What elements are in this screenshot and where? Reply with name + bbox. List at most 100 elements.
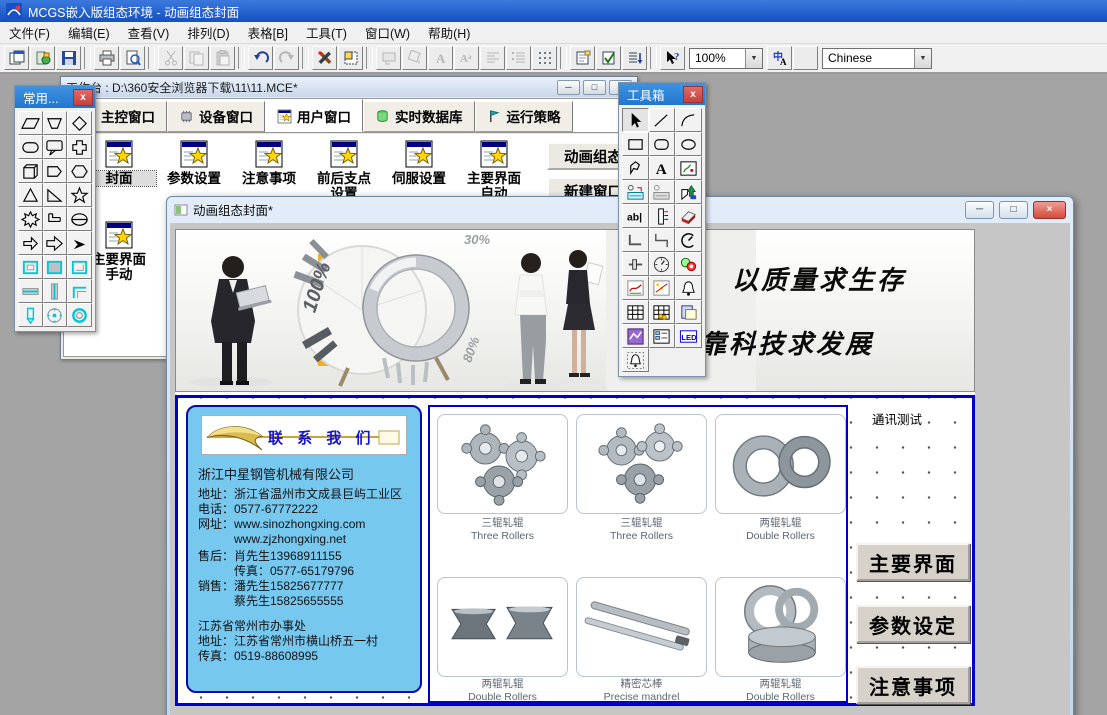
tool-device-input[interactable] bbox=[622, 180, 649, 204]
grid-toggle-button[interactable] bbox=[532, 46, 557, 70]
tool-alarm-bar[interactable] bbox=[622, 348, 649, 372]
doc-close-button[interactable]: × bbox=[1033, 201, 1066, 219]
shape-trapezoid[interactable] bbox=[43, 111, 68, 135]
tool-trend-curve[interactable] bbox=[622, 276, 649, 300]
tool-report[interactable] bbox=[649, 324, 676, 348]
doc-maximize-button[interactable]: □ bbox=[999, 201, 1028, 219]
zoom-combo[interactable]: 100%▼ bbox=[689, 48, 763, 69]
user-window-item-fulcrum[interactable]: 前后支点 设置 bbox=[307, 139, 381, 201]
format-paint-button[interactable] bbox=[376, 46, 401, 70]
shape-diamond[interactable] bbox=[67, 111, 92, 135]
tab-user-window[interactable]: 用户窗口 bbox=[265, 99, 363, 132]
shape-hexagon[interactable] bbox=[67, 159, 92, 183]
configuration-check-button[interactable] bbox=[30, 46, 55, 70]
tool-text-label[interactable]: A bbox=[649, 156, 676, 180]
sort-list-button[interactable] bbox=[622, 46, 647, 70]
align-list-button[interactable] bbox=[506, 46, 531, 70]
copy-button[interactable] bbox=[184, 46, 209, 70]
shape-frame-3d[interactable] bbox=[18, 255, 43, 279]
main-screen-button[interactable]: 主要界面 bbox=[856, 543, 970, 581]
toolbox-palette[interactable]: 工具箱x A ab| bbox=[618, 82, 706, 377]
workspace-title-bar[interactable]: 工作台 : D:\360安全浏览器下载\11\11.MCE* ─ □ × bbox=[61, 77, 637, 97]
shape-elbow-pipe[interactable] bbox=[43, 207, 68, 231]
product-panel[interactable]: 三辊轧辊Three Rollers 三辊轧辊Three Rollers 两辊轧辊… bbox=[428, 405, 848, 703]
user-window-item-servo[interactable]: 伺服设置 bbox=[382, 139, 456, 186]
menu-table[interactable]: 表格[B] bbox=[239, 20, 297, 45]
chinese-font-button[interactable]: 中A bbox=[767, 46, 792, 70]
tool-corner-line[interactable] bbox=[622, 228, 649, 252]
menu-edit[interactable]: 编辑(E) bbox=[59, 20, 119, 45]
product-card-double-rollers-rings[interactable] bbox=[715, 414, 846, 514]
tool-window-jump[interactable] bbox=[675, 180, 702, 204]
menu-help[interactable]: 帮助(H) bbox=[419, 20, 479, 45]
tool-slider[interactable] bbox=[622, 252, 649, 276]
tool-option-list[interactable] bbox=[649, 204, 676, 228]
tab-device-window[interactable]: 设备窗口 bbox=[167, 101, 265, 132]
properties-button[interactable] bbox=[570, 46, 595, 70]
common-palette-title-bar[interactable]: 常用...x bbox=[15, 86, 95, 108]
tool-storage[interactable] bbox=[675, 300, 702, 324]
shape-callout[interactable] bbox=[43, 135, 68, 159]
blank-toolbar-button[interactable] bbox=[793, 46, 818, 70]
font-small-button[interactable]: A bbox=[428, 46, 453, 70]
menu-window[interactable]: 窗口(W) bbox=[356, 20, 419, 45]
tab-run-strategy[interactable]: 运行策略 bbox=[475, 101, 573, 132]
shape-arrow-filled[interactable] bbox=[67, 231, 92, 255]
banner-image[interactable]: 30% 100% 80% 以质量求生存 靠科技求发展 bbox=[175, 229, 975, 392]
tool-dial[interactable] bbox=[675, 228, 702, 252]
shape-right-triangle[interactable] bbox=[43, 183, 68, 207]
workspace-minimize-button[interactable]: ─ bbox=[557, 80, 580, 95]
window-layout-button[interactable] bbox=[338, 46, 363, 70]
tool-rectangle[interactable] bbox=[622, 132, 649, 156]
tool-rounded-rectangle[interactable] bbox=[649, 132, 676, 156]
tool-meter[interactable] bbox=[649, 252, 676, 276]
shape-star[interactable] bbox=[67, 183, 92, 207]
tool-xy-curve[interactable] bbox=[649, 276, 676, 300]
undo-button[interactable] bbox=[248, 46, 273, 70]
align-left-button[interactable] bbox=[480, 46, 505, 70]
doc-minimize-button[interactable]: ─ bbox=[965, 201, 994, 219]
tool-select-cursor[interactable] bbox=[622, 108, 649, 132]
tool-bitmap[interactable] bbox=[675, 156, 702, 180]
redo-button[interactable] bbox=[274, 46, 299, 70]
shape-ring[interactable] bbox=[67, 303, 92, 327]
tool-arc[interactable] bbox=[675, 108, 702, 132]
shape-hbar-pipe[interactable] bbox=[18, 279, 43, 303]
print-preview-button[interactable] bbox=[120, 46, 145, 70]
tool-ellipse[interactable] bbox=[675, 132, 702, 156]
font-large-button[interactable]: Aa bbox=[454, 46, 479, 70]
user-window-item-notes[interactable]: 注意事项 bbox=[232, 139, 306, 186]
product-card-three-rollers-1[interactable] bbox=[437, 414, 568, 514]
menu-file[interactable]: 文件(F) bbox=[0, 20, 59, 45]
user-window-item-main-auto[interactable]: 主要界面 自动 bbox=[457, 139, 531, 201]
tool-eraser[interactable] bbox=[675, 204, 702, 228]
app-title-bar[interactable]: MCGS嵌入版组态环境 - 动画组态封面 bbox=[0, 0, 1107, 22]
shape-cross[interactable] bbox=[67, 135, 92, 159]
shape-stadium[interactable] bbox=[18, 135, 43, 159]
tool-polygon[interactable] bbox=[622, 156, 649, 180]
cut-button[interactable] bbox=[158, 46, 183, 70]
paste-button[interactable] bbox=[210, 46, 235, 70]
shape-cube[interactable] bbox=[18, 159, 43, 183]
toolbox-toggle-button[interactable] bbox=[312, 46, 337, 70]
shape-half-ellipse[interactable] bbox=[67, 207, 92, 231]
tool-alarm-bell[interactable] bbox=[675, 276, 702, 300]
shape-corner-pipe[interactable] bbox=[67, 279, 92, 303]
format-fill-button[interactable] bbox=[402, 46, 427, 70]
tool-led-display[interactable]: LED bbox=[675, 324, 702, 348]
tool-histogram[interactable] bbox=[622, 324, 649, 348]
new-project-button[interactable] bbox=[4, 46, 29, 70]
shape-triangle[interactable] bbox=[18, 183, 43, 207]
shape-arrow-outline[interactable] bbox=[18, 231, 43, 255]
tool-indicator-lamp[interactable] bbox=[675, 252, 702, 276]
param-setting-button[interactable]: 参数设定 bbox=[856, 605, 970, 643]
tool-history-table[interactable] bbox=[649, 300, 676, 324]
product-card-double-rollers-stack[interactable] bbox=[715, 577, 846, 677]
zoom-dropdown-arrow[interactable]: ▼ bbox=[745, 49, 762, 68]
common-palette-close-button[interactable]: x bbox=[73, 89, 93, 106]
contact-panel[interactable]: 联 系 我 们 浙江中星钢管机械有限公司 地址：浙江省温州市文成县巨屿工业区 电… bbox=[186, 405, 422, 693]
notes-button[interactable]: 注意事项 bbox=[856, 666, 970, 704]
language-dropdown-arrow[interactable]: ▼ bbox=[914, 49, 931, 68]
product-card-double-rollers-side[interactable] bbox=[437, 577, 568, 677]
shape-parallelogram[interactable] bbox=[18, 111, 43, 135]
